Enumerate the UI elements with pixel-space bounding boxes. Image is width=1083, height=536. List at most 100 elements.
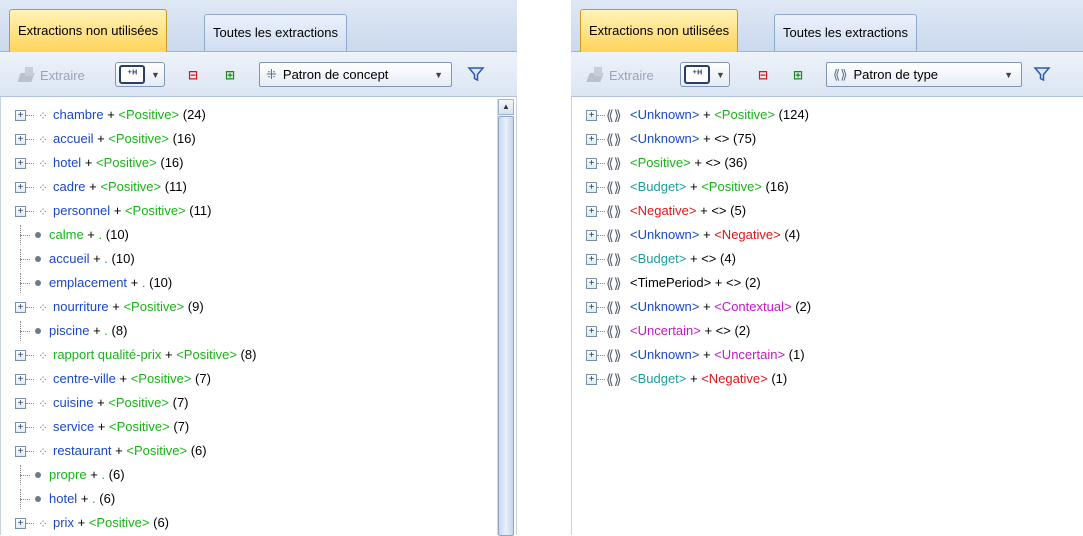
scroll-thumb[interactable] bbox=[498, 116, 514, 536]
expand-node-icon[interactable]: + bbox=[15, 374, 26, 385]
expand-node-icon[interactable]: + bbox=[15, 446, 26, 457]
expand-node-icon[interactable]: + bbox=[586, 230, 597, 241]
term-text: service bbox=[53, 419, 95, 434]
count-text: (124) bbox=[778, 107, 809, 122]
type-pattern-icon: ⟪⟫ bbox=[606, 251, 622, 267]
row-text: chambre + <Positive> (24) bbox=[53, 107, 206, 122]
vertical-scrollbar[interactable]: ▲ bbox=[497, 99, 514, 536]
type-tag: <Uncertain> bbox=[714, 347, 786, 362]
expand-node-icon[interactable]: + bbox=[15, 398, 26, 409]
expand-node-icon[interactable]: + bbox=[586, 374, 597, 385]
filter-dropdown[interactable]: ⁺ᴴ ▼ bbox=[680, 62, 730, 87]
concept-pattern-icon: ⁘ bbox=[38, 301, 48, 315]
type-pattern-icon: ⟪⟫ bbox=[606, 227, 622, 243]
count-text: (7) bbox=[172, 395, 189, 410]
tree-connector bbox=[597, 139, 605, 140]
bullet-icon bbox=[35, 496, 41, 502]
concept-pattern-panel: Extractions non utilisées Toutes les ext… bbox=[0, 0, 517, 536]
pattern-view-select[interactable]: ⟪⟫ Patron de type ▼ bbox=[826, 62, 1022, 87]
concept-pattern-list[interactable]: + ⁘ chambre + <Positive> (24) + ⁘ accueil + <… bbox=[0, 97, 517, 535]
type-tag: <Unknown> bbox=[630, 347, 700, 362]
expand-node-icon[interactable]: + bbox=[15, 422, 26, 433]
filter-icon[interactable] bbox=[467, 65, 485, 83]
expand-node-icon[interactable]: + bbox=[586, 254, 597, 265]
expand-node-icon[interactable]: + bbox=[586, 110, 597, 121]
tab-unused-extractions[interactable]: Extractions non utilisées bbox=[580, 9, 739, 52]
expand-node-icon[interactable]: + bbox=[15, 134, 26, 145]
row-text: rapport qualité-prix + <Positive> (8) bbox=[53, 347, 257, 362]
expand-node-icon[interactable]: + bbox=[586, 182, 597, 193]
type-pattern-icon: ⟪⟫ bbox=[606, 299, 622, 315]
filter-dropdown[interactable]: ⁺ᴴ ▼ bbox=[115, 62, 165, 87]
tab-unused-extractions[interactable]: Extractions non utilisées bbox=[9, 9, 168, 52]
collapse-all-icon[interactable]: ⊟ bbox=[188, 68, 204, 82]
type-tag: <Positive> bbox=[108, 131, 169, 146]
expand-node-icon[interactable]: + bbox=[586, 278, 597, 289]
type-tag: <Positive> bbox=[124, 203, 186, 218]
tree-connector bbox=[20, 283, 30, 284]
type-pattern-list[interactable]: + ⟪⟫ <Unknown> + <Positive> (124) + ⟪⟫ <Unkno… bbox=[571, 97, 1083, 535]
row-text: <Unknown> + <Contextual> (2) bbox=[630, 299, 812, 314]
expand-node-icon[interactable]: + bbox=[586, 134, 597, 145]
expand-node-icon[interactable]: + bbox=[586, 326, 597, 337]
tree-connector bbox=[597, 283, 605, 284]
expand-node-icon[interactable]: + bbox=[15, 350, 26, 361]
term-text: accueil bbox=[49, 251, 90, 266]
term-text: rapport qualité-prix bbox=[53, 347, 162, 362]
filter-icon[interactable] bbox=[1033, 65, 1051, 83]
type-tag: <Budget> bbox=[630, 251, 687, 266]
row-text: <Unknown> + <> (75) bbox=[630, 131, 757, 146]
tree-connector bbox=[26, 187, 34, 188]
type-tag: <Positive> bbox=[176, 347, 237, 362]
expand-node-icon[interactable]: + bbox=[586, 158, 597, 169]
type-tag: <> bbox=[726, 275, 742, 290]
bullet-icon bbox=[35, 328, 41, 334]
expand-node-icon[interactable]: + bbox=[15, 206, 26, 217]
expand-node-icon[interactable]: + bbox=[15, 110, 26, 121]
extract-label: Extraire bbox=[40, 67, 85, 83]
concept-pattern-icon: ⁜ bbox=[266, 66, 277, 82]
type-tag: <Positive> bbox=[701, 179, 762, 194]
type-tag: <Positive> bbox=[714, 107, 775, 122]
type-tag: <> bbox=[711, 203, 727, 218]
count-text: (10) bbox=[105, 227, 129, 242]
type-tag: <Budget> bbox=[630, 371, 687, 386]
expand-node-icon[interactable]: + bbox=[15, 182, 26, 193]
type-tag: <Positive> bbox=[100, 179, 162, 194]
type-tag: <Positive> bbox=[118, 107, 180, 122]
count-text: (2) bbox=[734, 323, 751, 338]
row-text: service + <Positive> (7) bbox=[53, 419, 190, 434]
term-text: centre-ville bbox=[53, 371, 116, 386]
expand-all-icon[interactable]: ⊞ bbox=[793, 68, 809, 82]
row-text: hotel + <Positive> (16) bbox=[53, 155, 184, 170]
concept-pattern-icon: ⁘ bbox=[38, 133, 48, 147]
expand-all-icon[interactable]: ⊞ bbox=[225, 68, 241, 82]
type-tag: <Unknown> bbox=[630, 227, 700, 242]
collapse-all-icon[interactable]: ⊟ bbox=[758, 68, 774, 82]
pattern-view-select[interactable]: ⁜ Patron de concept ▼ bbox=[259, 62, 452, 87]
expand-node-icon[interactable]: + bbox=[15, 158, 26, 169]
row-text: emplacement + . (10) bbox=[49, 275, 173, 290]
expand-node-icon[interactable]: + bbox=[586, 302, 597, 313]
type-tag: <Unknown> bbox=[630, 107, 700, 122]
expand-node-icon[interactable]: + bbox=[586, 206, 597, 217]
row-text: cadre + <Positive> (11) bbox=[53, 179, 187, 194]
row-text: restaurant + <Positive> (6) bbox=[53, 443, 207, 458]
row-text: <Budget> + <Positive> (16) bbox=[630, 179, 789, 194]
type-pattern-icon: ⟪⟫ bbox=[606, 371, 622, 387]
expand-node-icon[interactable]: + bbox=[15, 518, 26, 529]
extract-button[interactable]: Extraire bbox=[18, 66, 85, 84]
tab-all-extractions[interactable]: Toutes les extractions bbox=[204, 14, 348, 51]
chevron-down-icon: ▼ bbox=[1004, 69, 1013, 80]
concept-pattern-icon: ⁘ bbox=[38, 181, 48, 195]
type-tag: <Negative> bbox=[630, 203, 697, 218]
type-tag: <Positive> bbox=[123, 299, 185, 314]
expand-node-icon[interactable]: + bbox=[15, 302, 26, 313]
expand-node-icon[interactable]: + bbox=[586, 350, 597, 361]
tab-all-extractions[interactable]: Toutes les extractions bbox=[774, 14, 918, 51]
extract-button[interactable]: Extraire bbox=[587, 66, 654, 84]
tree-connector bbox=[597, 163, 605, 164]
row-text: centre-ville + <Positive> (7) bbox=[53, 371, 211, 386]
scroll-up-arrow-icon[interactable]: ▲ bbox=[498, 99, 514, 115]
type-tag: <Budget> bbox=[630, 179, 687, 194]
